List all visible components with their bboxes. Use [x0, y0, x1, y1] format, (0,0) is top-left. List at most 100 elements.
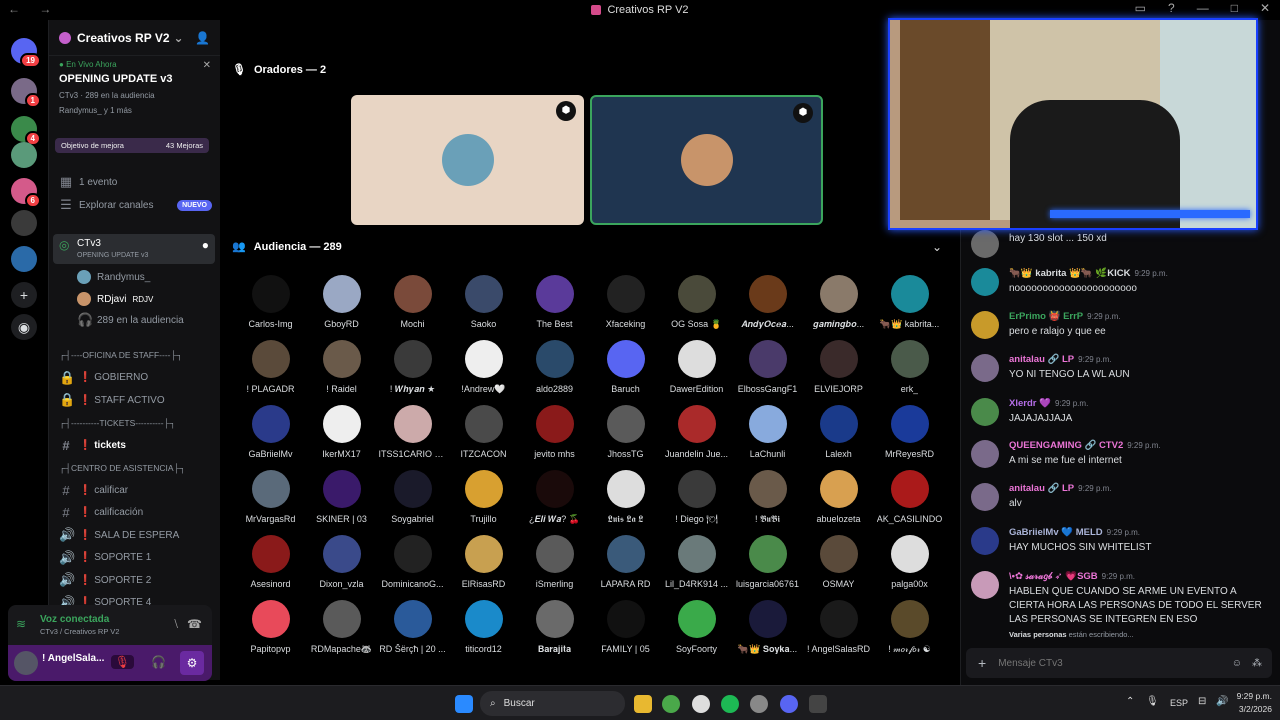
audience-member[interactable]: erk_	[874, 340, 945, 396]
server-icon[interactable]: 1	[11, 78, 41, 108]
collapse-icon[interactable]: ⌄	[932, 240, 942, 254]
audience-member[interactable]: Xfaceking	[590, 275, 661, 331]
channel-item[interactable]: 🔒 ❗ STAFF ACTIVO	[59, 390, 212, 410]
chat-message[interactable]: hay 130 slot ... 150 xd	[971, 230, 1266, 264]
maximize-button[interactable]: □	[1231, 1, 1238, 15]
avatar[interactable]	[971, 311, 999, 339]
channel-category[interactable]: ┌┤----------TICKETS----------├┐	[59, 413, 212, 433]
chrome-icon[interactable]	[662, 695, 680, 713]
server-icon[interactable]: 4	[11, 116, 41, 146]
speaker-row[interactable]: RDjavi RDJV	[77, 289, 212, 309]
minimize-button[interactable]: —	[1197, 1, 1209, 15]
clock-time[interactable]: 9:29 p.m.	[1228, 691, 1272, 701]
channel-item[interactable]: 🔒 ❗ GOBIERNO	[59, 368, 212, 388]
audience-member[interactable]: FAMILY | 05	[590, 600, 661, 656]
server-icon[interactable]	[11, 210, 37, 236]
audience-member[interactable]: Papitopvp	[235, 600, 306, 656]
channel-item[interactable]: 🔊 ❗ SOPORTE 2	[59, 570, 212, 590]
apps-icon[interactable]: ⁂	[1252, 658, 1262, 669]
settings-icon[interactable]: ⚙	[180, 651, 204, 675]
audience-member[interactable]: ! PLAGADR	[235, 340, 306, 396]
audience-member[interactable]: ¿𝑬𝒍𝒊 𝑾𝒂? 🍒	[519, 470, 590, 526]
steam-icon[interactable]	[692, 695, 710, 713]
audience-member[interactable]: RDMapache🦝	[306, 600, 377, 656]
avatar[interactable]	[971, 440, 999, 468]
speaker-row[interactable]: Randymus_	[77, 267, 212, 287]
audience-member[interactable]: Asesinord	[235, 535, 306, 591]
avatar[interactable]	[971, 398, 999, 426]
add-server-icon[interactable]: +	[11, 282, 37, 308]
audience-member[interactable]: Lil_D4RK914 ...	[661, 535, 732, 591]
author-name[interactable]: Xlerdr 💜	[1009, 398, 1051, 409]
close-button[interactable]: ✕	[1260, 1, 1270, 15]
avatar[interactable]	[971, 571, 999, 599]
audience-member[interactable]: Juandelin Jue...	[661, 405, 732, 461]
back-forward-icon[interactable]: ← →	[8, 2, 59, 16]
clock-date[interactable]: 3/2/2026	[1228, 704, 1272, 714]
tray-chevron-icon[interactable]: ⌃	[1126, 696, 1134, 707]
audience-member[interactable]: ElRisasRD	[448, 535, 519, 591]
audience-member[interactable]: 𝐁𝐚𝐫𝐚𝐣𝐢𝐭𝐚	[519, 600, 590, 656]
audience-member[interactable]: DawerEdition	[661, 340, 732, 396]
audience-member[interactable]: The Best	[519, 275, 590, 331]
channel-item[interactable]: 🔊 ❗ SALA DE ESPERA	[59, 525, 212, 545]
server-icon[interactable]: 6	[11, 178, 41, 208]
audience-member[interactable]: palga00x	[874, 535, 945, 591]
speaker-card[interactable]: ⬢	[590, 95, 823, 225]
audience-member[interactable]: OSMAY	[803, 535, 874, 591]
audience-member[interactable]: LAPARA RD	[590, 535, 661, 591]
channel-category[interactable]: ┌┤CENTRO DE ASISTENCIA├┐	[59, 458, 212, 478]
server-icon[interactable]	[11, 246, 37, 272]
app-icon[interactable]	[809, 695, 827, 713]
spotify-icon[interactable]	[721, 695, 739, 713]
channel-item[interactable]: 🔊 ❗ SOPORTE 1	[59, 548, 212, 568]
mute-icon[interactable]: 🎙	[110, 655, 134, 669]
chat-message[interactable]: GaBriielMv 💙 MELD 9:29 p.m. HAY MUCHOS SIN…	[971, 527, 1266, 561]
audience-member[interactable]: GboyRD	[306, 275, 377, 331]
chat-message[interactable]: anitalau 🔗 LP 9:29 p.m. alv	[971, 483, 1266, 517]
audience-member[interactable]: !Andrew🤍	[448, 340, 519, 396]
live-stage-panel[interactable]: ● En Vivo Ahora OPENING UPDATE v3 CTv3 ·…	[59, 60, 211, 115]
channel-item[interactable]: # ❗ tickets	[59, 435, 212, 455]
channel-item[interactable]: # ❗ calificar	[59, 480, 212, 500]
author-name[interactable]: anitalau 🔗 LP	[1009, 483, 1074, 494]
audience-member[interactable]: GaBriielMv	[235, 405, 306, 461]
volume-icon[interactable]: 🔊	[1216, 696, 1228, 707]
audience-member[interactable]: Saoko	[448, 275, 519, 331]
audience-member[interactable]: ELVIEJORP	[803, 340, 874, 396]
discord-icon[interactable]	[780, 695, 798, 713]
audience-member[interactable]: luisgarcia06761	[732, 535, 803, 591]
audience-member[interactable]: 𝒈𝒂𝒎𝒊𝒏𝒈𝒃𝒐...	[803, 275, 874, 331]
audience-row[interactable]: 🎧 289 en la audiencia	[77, 310, 212, 330]
author-name[interactable]: anitalau 🔗 LP	[1009, 354, 1074, 365]
message-input[interactable]	[998, 657, 1199, 669]
guild-header[interactable]: Creativos RP V2 ⌄ 👤	[49, 20, 220, 56]
search-box[interactable]: ⌕ Buscar	[480, 691, 625, 716]
author-name[interactable]: ErPrimo 👹 ErrP	[1009, 311, 1083, 322]
audience-member[interactable]: aldo2889	[519, 340, 590, 396]
audience-member[interactable]: RD Šërçħ | 20 ...	[377, 600, 448, 656]
inbox-icon[interactable]: ▭	[1135, 1, 1146, 15]
audience-member[interactable]: 🐂👑 𝐒𝐨𝐲𝐤𝐚...	[732, 600, 803, 656]
avatar[interactable]	[971, 230, 999, 258]
close-icon[interactable]: ✕	[203, 60, 211, 71]
avatar[interactable]	[971, 354, 999, 382]
audience-member[interactable]: SoyFoorty	[661, 600, 732, 656]
audience-member[interactable]: 𝑨𝒏𝒅𝒚𝑶𝒄𝒆𝒂...	[732, 275, 803, 331]
author-name[interactable]: \•✿ 𝓈𝒶𝓇𝒶𝑔𝒷 ➶ 💗SGB	[1009, 571, 1098, 582]
author-name[interactable]: 🐂👑 kabrita 👑🐂 🌿KICK	[1009, 268, 1130, 279]
emoji-icon[interactable]: ☺	[1232, 658, 1242, 669]
chat-message[interactable]: Xlerdr 💜 9:29 p.m. JAJAJAJJAJA	[971, 398, 1266, 432]
chat-message[interactable]: ErPrimo 👹 ErrP 9:29 p.m. pero e ralajo y q…	[971, 311, 1266, 345]
audience-member[interactable]: ! Diego 🍽	[661, 470, 732, 526]
server-icon[interactable]	[11, 142, 37, 168]
audience-member[interactable]: 🐂👑 kabrita...	[874, 275, 945, 331]
microphone-icon[interactable]: 🎙	[1146, 696, 1159, 707]
audience-member[interactable]: titicord12	[448, 600, 519, 656]
chat-message[interactable]: \•✿ 𝓈𝒶𝓇𝒶𝑔𝒷 ➶ 💗SGB 9:29 p.m. HABLEN QUE CUA…	[971, 571, 1266, 629]
author-name[interactable]: QUEENGAMING 🔗 CTV2	[1009, 440, 1123, 451]
avatar[interactable]	[971, 527, 999, 555]
avatar[interactable]	[971, 483, 999, 511]
add-member-icon[interactable]: 👤	[195, 31, 210, 45]
boost-goal-bar[interactable]: Objetivo de mejora 43 Mejoras	[55, 138, 209, 153]
